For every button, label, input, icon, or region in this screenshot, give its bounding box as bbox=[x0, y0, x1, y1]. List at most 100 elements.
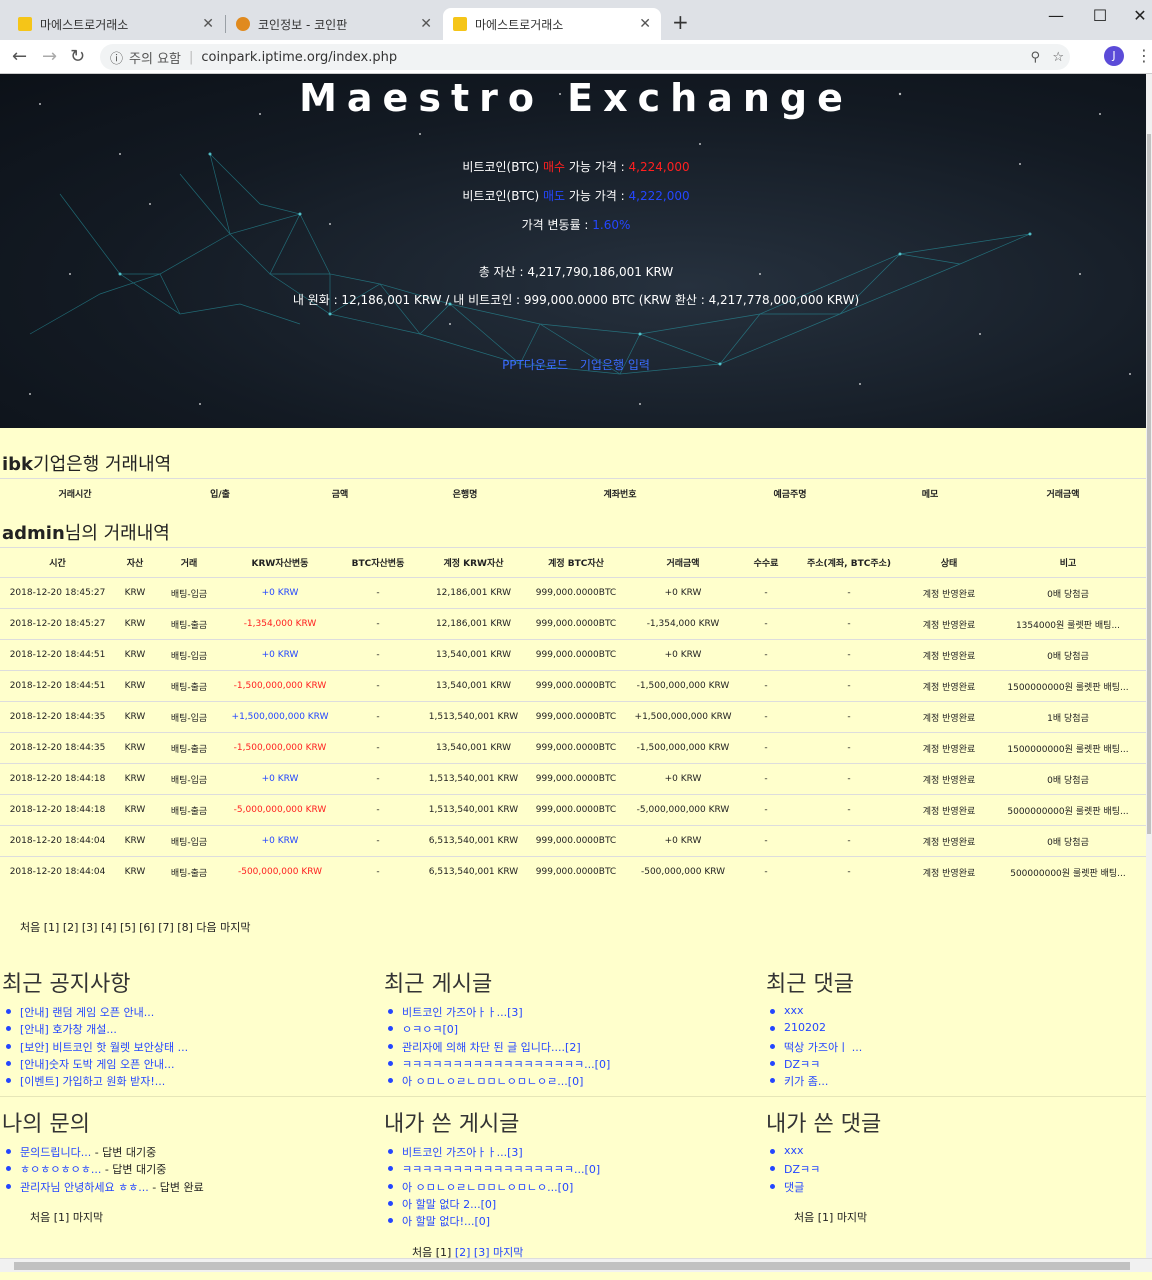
browser-tab-2[interactable]: 코인정보 - 코인판 ✕ bbox=[226, 8, 442, 40]
table-cell: +0 KRW bbox=[223, 763, 337, 795]
close-tab-icon[interactable]: ✕ bbox=[639, 16, 651, 32]
browser-tab-3-active[interactable]: 마에스트로거래소 ✕ bbox=[443, 8, 661, 40]
inquiry-text[interactable]: 관리자님 안녕하세요 ㅎㅎ... bbox=[20, 1181, 149, 1194]
table-row: 2018-12-20 18:44:18 KRW 배팅-입금 +0 KRW -1,513,… bbox=[0, 763, 1146, 795]
reload-icon[interactable]: ↻ bbox=[70, 46, 85, 67]
comment-item[interactable]: 키가 좀... bbox=[766, 1073, 1146, 1090]
notice-item[interactable]: [이벤트] 가입하고 원화 받자!... bbox=[2, 1073, 382, 1090]
security-warning[interactable]: 주의 요함 bbox=[129, 48, 181, 67]
scrollbar-thumb[interactable] bbox=[1147, 134, 1151, 834]
table-cell: 2018-12-20 18:44:51 bbox=[0, 639, 115, 671]
table-cell: 2018-12-20 18:45:27 bbox=[0, 577, 115, 609]
table-cell: - bbox=[337, 577, 419, 609]
bank-input-link[interactable]: 기업은행 입력 bbox=[580, 358, 650, 372]
hscroll-thumb[interactable] bbox=[14, 1262, 1130, 1270]
my-post-item[interactable]: 아 할말 없다!...[0] bbox=[384, 1213, 764, 1230]
table-cell: 2018-12-20 18:44:18 bbox=[0, 763, 115, 795]
ibk-col-account: 계좌번호 bbox=[540, 478, 700, 509]
close-tab-icon[interactable]: ✕ bbox=[420, 16, 432, 32]
browser-menu-icon[interactable]: ⋮ bbox=[1136, 46, 1152, 65]
table-cell: +0 KRW bbox=[624, 577, 742, 609]
recent-posts-panel: 최근 게시글 비트코인 가즈아ㅏㅏ...[3] ㅇㅋㅇㅋ[0] 관리자에 의해 … bbox=[384, 966, 764, 1090]
my-post-item[interactable]: 비트코인 가즈아ㅏㅏ...[3] bbox=[384, 1144, 764, 1161]
browser-tab-1[interactable]: 마에스트로거래소 ✕ bbox=[8, 8, 224, 40]
col-trade-amount: 거래금액 bbox=[624, 547, 742, 578]
post-item[interactable]: 비트코인 가즈아ㅏㅏ...[3] bbox=[384, 1004, 764, 1021]
bookmark-star-icon[interactable]: ☆ bbox=[1052, 50, 1064, 65]
table-cell: - bbox=[790, 701, 908, 733]
new-tab-icon[interactable]: + bbox=[672, 10, 689, 34]
tab-title: 코인정보 - 코인판 bbox=[258, 17, 348, 32]
inquiries-pagination[interactable]: 처음 [1] 마지막 bbox=[30, 1209, 103, 1225]
table-cell: 12,186,001 KRW bbox=[419, 608, 528, 640]
url-field[interactable]: ⓘ 주의 요함 | coinpark.iptime.org/index.php … bbox=[100, 44, 1070, 70]
profile-avatar[interactable]: J bbox=[1104, 46, 1124, 66]
table-cell: KRW bbox=[115, 794, 155, 826]
my-post-item[interactable]: ㅋㅋㅋㅋㅋㅋㅋㅋㅋㅋㅋㅋㅋㅋㅋㅋㅋ...[0] bbox=[384, 1161, 764, 1178]
my-comments-pagination[interactable]: 처음 [1] 마지막 bbox=[794, 1209, 867, 1225]
notice-item[interactable]: [안내] 호가창 개설... bbox=[2, 1021, 382, 1038]
table-cell: 1354000원 룰렛판 배팅... bbox=[990, 608, 1146, 640]
my-inquiries-panel: 나의 문의 문의드립니다... - 답변 대기중 ㅎㅇㅎㅇㅎㅇㅎ... - 답변… bbox=[2, 1106, 382, 1196]
close-tab-icon[interactable]: ✕ bbox=[202, 16, 214, 32]
comment-item[interactable]: DZㅋㅋ bbox=[766, 1056, 1146, 1073]
ppt-download-link[interactable]: PPT다운로드 bbox=[502, 358, 568, 372]
omnibox-divider: | bbox=[189, 49, 194, 65]
my-post-item[interactable]: 아 ㅇㅁㄴㅇㄹㄴㅁㅁㄴㅇㅁㄴㅇ...[0] bbox=[384, 1179, 764, 1196]
inquiry-item[interactable]: 관리자님 안녕하세요 ㅎㅎ... - 답변 완료 bbox=[2, 1179, 382, 1196]
col-krw-change: KRW자산변동 bbox=[223, 547, 337, 578]
inquiry-item[interactable]: ㅎㅇㅎㅇㅎㅇㅎ... - 답변 대기중 bbox=[2, 1161, 382, 1178]
my-comment-item[interactable]: 댓글 bbox=[766, 1179, 1146, 1196]
table-cell: - bbox=[742, 856, 790, 888]
table-cell: 5000000000원 룰렛판 배팅... bbox=[990, 794, 1146, 826]
ibk-col-inout: 입/출 bbox=[150, 478, 290, 509]
inquiry-item[interactable]: 문의드립니다... - 답변 대기중 bbox=[2, 1144, 382, 1161]
forward-icon[interactable]: → bbox=[42, 46, 57, 67]
window-close-icon[interactable]: ✕ bbox=[1120, 6, 1152, 25]
table-cell: +0 KRW bbox=[223, 639, 337, 671]
inquiry-text[interactable]: 문의드립니다... bbox=[20, 1146, 91, 1159]
change-label: 가격 변동률 : bbox=[521, 218, 593, 232]
back-icon[interactable]: ← bbox=[12, 46, 27, 67]
tab-title: 마에스트로거래소 bbox=[475, 17, 564, 32]
zoom-icon[interactable]: ⚲ bbox=[1030, 50, 1040, 65]
comment-item[interactable]: 210202 bbox=[766, 1021, 1146, 1038]
minimize-icon[interactable]: — bbox=[1036, 6, 1076, 25]
table-row: 2018-12-20 18:44:18 KRW 배팅-출금 -5,000,000,00… bbox=[0, 794, 1146, 826]
notice-item[interactable]: [안내] 랜덤 게임 오픈 안내... bbox=[2, 1004, 382, 1021]
vertical-scrollbar[interactable] bbox=[1146, 74, 1152, 1260]
table-cell: - bbox=[337, 763, 419, 795]
col-btc-change: BTC자산변동 bbox=[337, 547, 419, 578]
admin-transactions-table: 시간 자산 거래 KRW자산변동 BTC자산변동 계정 KRW자산 계정 BTC… bbox=[0, 547, 1146, 888]
post-item[interactable]: 아 ㅇㅁㄴㅇㄹㄴㅁㅁㄴㅇㅁㄴㅇㄹ...[0] bbox=[384, 1073, 764, 1090]
table-cell: - bbox=[790, 670, 908, 702]
table-cell: 500000000원 룰렛판 배팅... bbox=[990, 856, 1146, 888]
my-comment-item[interactable]: DZㅋㅋ bbox=[766, 1161, 1146, 1178]
url-text[interactable]: coinpark.iptime.org/index.php bbox=[201, 50, 397, 65]
table-cell: 12,186,001 KRW bbox=[419, 577, 528, 609]
admin-pagination[interactable]: 처음 [1] [2] [3] [4] [5] [6] [7] [8] 다음 마지… bbox=[20, 919, 250, 935]
recent-comments-panel: 최근 댓글 xxx 210202 떡상 가즈아ㅣ ... DZㅋㅋ 키가 좀..… bbox=[766, 966, 1146, 1090]
post-item[interactable]: ㅇㅋㅇㅋ[0] bbox=[384, 1021, 764, 1038]
post-item[interactable]: 관리자에 의해 차단 된 글 입니다....[2] bbox=[384, 1039, 764, 1056]
buy-word: 매수 bbox=[542, 160, 566, 174]
notice-item[interactable]: [보안] 비트코인 핫 월렛 보안상태 ... bbox=[2, 1039, 382, 1056]
recent-posts-title: 최근 게시글 bbox=[384, 972, 493, 997]
table-cell: 999,000.0000BTC bbox=[528, 856, 624, 888]
table-cell: 2018-12-20 18:44:18 bbox=[0, 794, 115, 826]
inquiry-text[interactable]: ㅎㅇㅎㅇㅎㅇㅎ... bbox=[20, 1163, 101, 1176]
info-icon[interactable]: ⓘ bbox=[110, 48, 123, 67]
table-cell: 999,000.0000BTC bbox=[528, 577, 624, 609]
comment-item[interactable]: 떡상 가즈아ㅣ ... bbox=[766, 1039, 1146, 1056]
comment-item[interactable]: xxx bbox=[766, 1004, 1146, 1021]
post-item[interactable]: ㅋㅋㅋㅋㅋㅋㅋㅋㅋㅋㅋㅋㅋㅋㅋㅋㅋㅋ...[0] bbox=[384, 1056, 764, 1073]
notice-item[interactable]: [안내]숫자 도박 게임 오픈 안내... bbox=[2, 1056, 382, 1073]
horizontal-scrollbar[interactable] bbox=[0, 1258, 1152, 1272]
maximize-icon[interactable]: ☐ bbox=[1080, 6, 1120, 25]
table-cell: 1,513,540,001 KRW bbox=[419, 794, 528, 826]
my-comment-item[interactable]: xxx bbox=[766, 1144, 1146, 1161]
table-cell: - bbox=[790, 577, 908, 609]
table-cell: - bbox=[337, 639, 419, 671]
my-post-item[interactable]: 아 할말 없다 2...[0] bbox=[384, 1196, 764, 1213]
table-cell: - bbox=[790, 732, 908, 764]
